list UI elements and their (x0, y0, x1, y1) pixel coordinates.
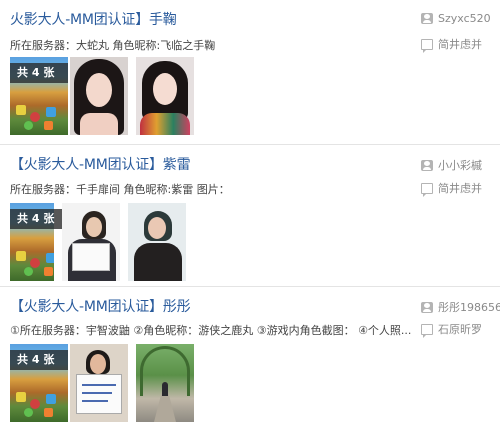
game-screenshot-thumbnail[interactable]: 共 4 张 (10, 57, 68, 135)
thread-author[interactable]: Szyxc520 (421, 12, 491, 25)
replier-name[interactable]: 简井虑并 (438, 180, 482, 196)
image-count-badge: 共 4 张 (10, 350, 68, 370)
user-icon (421, 301, 433, 313)
reply-icon (421, 38, 433, 53)
thread-author[interactable]: 彤彤198656 (421, 299, 500, 315)
author-name[interactable]: 小小彩槭 (438, 157, 482, 173)
user-icon (421, 159, 433, 171)
thread-item: 火影大人-MM团认证】手鞠 所在服务器：大蛇丸 角色昵称:飞临之手鞠 Szyxc… (0, 0, 500, 144)
thread-summary: ①所在服务器：宇智波鼬 ②角色昵称：游侠之鹿丸 ③游戏内角色截图： ④个人照..… (10, 324, 412, 337)
photo-thumbnail[interactable] (136, 344, 194, 422)
author-name[interactable]: 彤彤198656 (438, 299, 500, 315)
last-replier[interactable]: 石原昕罗 (421, 321, 482, 338)
user-icon (421, 13, 433, 24)
thread-title-link[interactable]: 火影大人-MM团认证】手鞠 (10, 9, 177, 29)
author-name[interactable]: Szyxc520 (438, 12, 491, 25)
thread-title-link[interactable]: 【火影大人-MM团认证】紫雷 (10, 154, 191, 174)
replier-name[interactable]: 简井虑并 (438, 36, 482, 52)
image-count-badge: 共 4 张 (10, 209, 68, 229)
photo-thumbnail[interactable] (62, 203, 120, 281)
replier-name[interactable]: 石原昕罗 (438, 321, 482, 337)
thread-title-link[interactable]: 【火影大人-MM团认证】彤彤 (10, 296, 191, 316)
game-screenshot-thumbnail[interactable]: 共 4 张 (10, 344, 68, 422)
thread-summary: 所在服务器：千手扉间 角色昵称:紫雷 图片： (10, 183, 230, 196)
photo-thumbnail[interactable] (70, 57, 128, 135)
last-replier[interactable]: 简井虑并 (421, 36, 482, 53)
photo-thumbnail[interactable] (128, 203, 186, 281)
photo-thumbnail[interactable] (136, 57, 194, 135)
photo-thumbnail[interactable] (70, 344, 128, 422)
thread-item: 【火影大人-MM团认证】彤彤 ①所在服务器：宇智波鼬 ②角色昵称：游侠之鹿丸 ③… (0, 286, 500, 426)
thread-item: 【火影大人-MM团认证】紫雷 所在服务器：千手扉间 角色昵称:紫雷 图片： 小小… (0, 144, 500, 286)
last-replier[interactable]: 简井虑并 (421, 180, 482, 197)
thread-author[interactable]: 小小彩槭 (421, 157, 482, 173)
thread-summary: 所在服务器：大蛇丸 角色昵称:飞临之手鞠 (10, 39, 216, 52)
reply-icon (421, 182, 433, 197)
reply-icon (421, 323, 433, 338)
image-count-badge: 共 4 张 (10, 63, 68, 83)
